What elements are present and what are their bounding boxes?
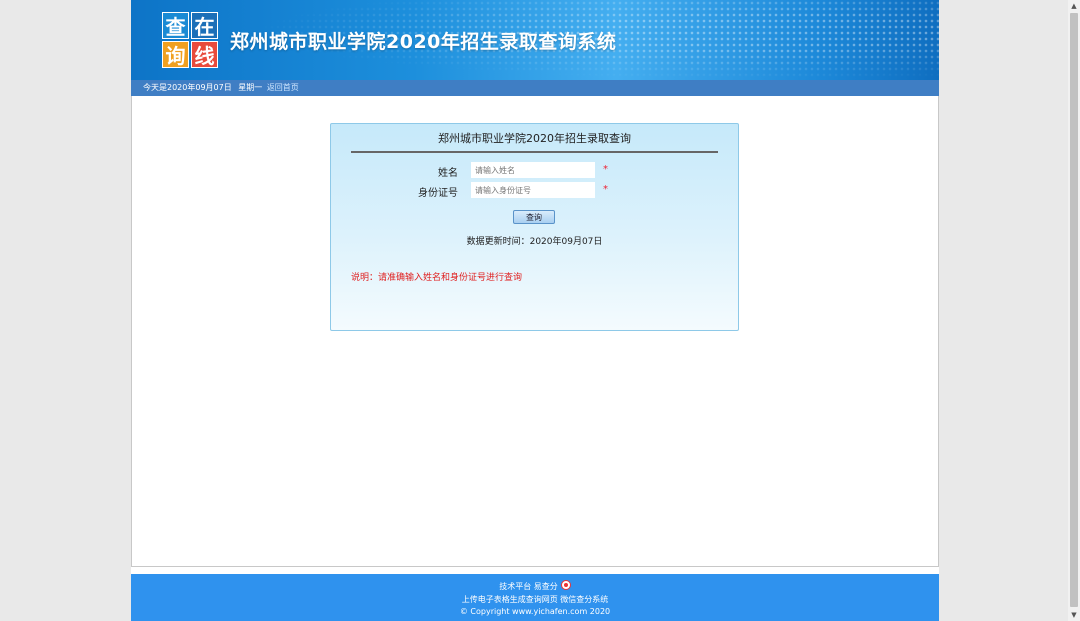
id-row: 身份证号 * [331,182,738,199]
query-button[interactable]: 查询 [513,210,555,224]
form-layer: 郑州城市职业学院2020年招生录取查询 姓名 * 身份证号 * 查询 数据更新时… [131,0,939,574]
name-row: 姓名 * [331,162,738,179]
name-label: 姓名 [438,168,458,179]
copyright: © Copyright www.yichafen.com 2020 [459,607,611,616]
panel-title: 郑州城市职业学院2020年招生录取查询 [438,132,631,145]
tech-platform-link[interactable]: 技术平台 易查分 [499,582,558,591]
id-required-mark: * [603,184,608,195]
scrollbar-thumb[interactable] [1070,13,1078,607]
name-required-mark: * [603,164,608,175]
footer-line-2[interactable]: 上传电子表格生成查询网页 微信查分系统 [131,594,939,605]
id-label: 身份证号 [418,188,458,199]
title-divider [351,151,718,153]
scroll-down-arrow-icon[interactable]: ▼ [1068,609,1080,621]
yichafen-logo-icon [560,580,571,590]
footer-line-1: 技术平台 易查分 [131,580,939,592]
id-number-input[interactable] [471,182,595,198]
instruction-note: 说明：请准确输入姓名和身份证号进行查询 [351,273,523,283]
name-input[interactable] [471,162,595,178]
update-time: 数据更新时间：2020年09月07日 [466,237,603,247]
query-panel: 郑州城市职业学院2020年招生录取查询 姓名 * 身份证号 * 查询 数据更新时… [330,123,739,331]
scroll-up-arrow-icon[interactable]: ▲ [1068,0,1080,12]
vertical-scrollbar[interactable]: ▲ ▼ [1068,0,1080,621]
site-footer: 技术平台 易查分 上传电子表格生成查询网页 微信查分系统 © Copyright… [131,574,939,621]
